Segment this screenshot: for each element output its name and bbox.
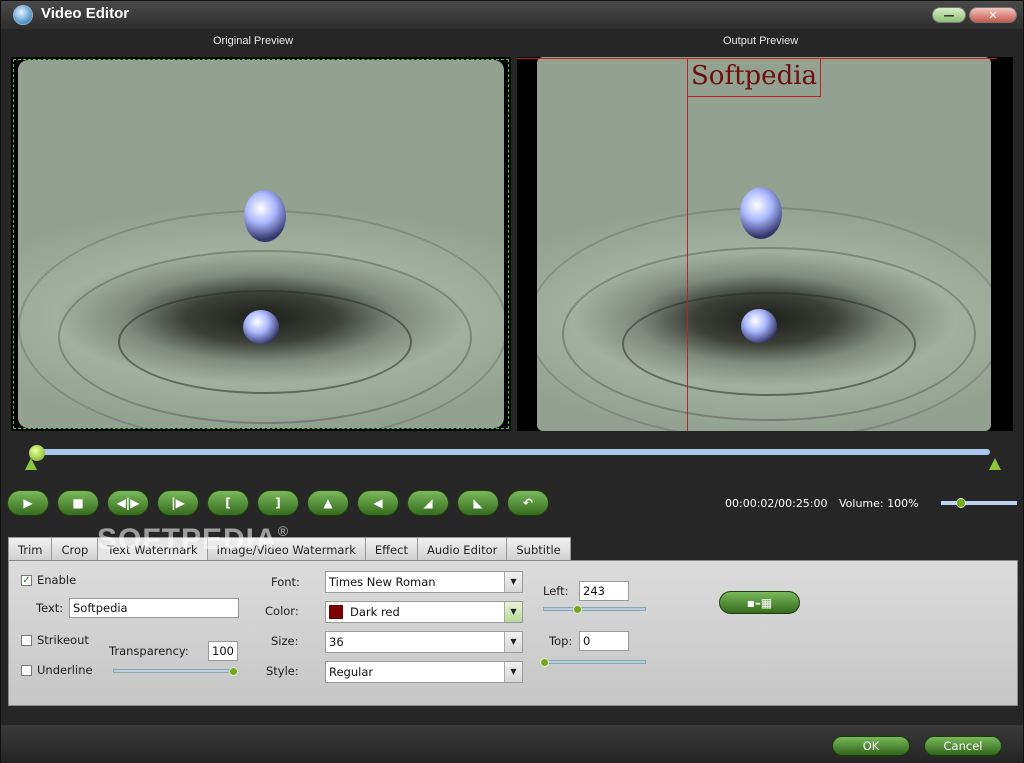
- transparency-slider-knob[interactable]: [229, 667, 238, 676]
- softpedia-overlay-watermark: SOFTPEDIA®: [97, 523, 290, 556]
- color-select[interactable]: Dark red ▼: [325, 601, 523, 623]
- underline-label: Underline: [37, 663, 93, 677]
- color-dropdown-arrow-icon[interactable]: ▼: [504, 602, 522, 622]
- color-swatch: [329, 605, 343, 619]
- rotate-left-icon: ◢: [423, 496, 433, 510]
- flip-horizontal-button[interactable]: ◀: [357, 490, 399, 516]
- play-icon: ▶: [23, 496, 33, 510]
- style-label: Style:: [266, 664, 299, 678]
- top-position-input[interactable]: 0: [579, 631, 629, 651]
- tab-trim[interactable]: Trim: [8, 537, 53, 561]
- left-position-slider-knob[interactable]: [573, 605, 582, 614]
- flip-vertical-button[interactable]: ▲: [307, 490, 349, 516]
- watermark-text-input[interactable]: Softpedia: [69, 598, 239, 618]
- size-dropdown-arrow-icon[interactable]: ▼: [504, 632, 522, 652]
- output-video-frame: [537, 57, 991, 431]
- next-frame-button[interactable]: |▶: [157, 490, 199, 516]
- left-label: Left:: [543, 584, 569, 598]
- transparency-label: Transparency:: [109, 644, 189, 658]
- top-position-slider-knob[interactable]: [540, 658, 549, 667]
- tab-effect[interactable]: Effect: [364, 537, 418, 561]
- title-bar[interactable]: [1, 1, 1023, 29]
- top-position-slider[interactable]: [543, 660, 646, 664]
- stop-button[interactable]: ■: [57, 490, 99, 516]
- strikeout-checkbox[interactable]: [21, 635, 32, 646]
- flip-horizontal-icon: ◀: [373, 496, 383, 510]
- font-select[interactable]: Times New Roman ▼: [325, 571, 523, 593]
- transparency-input[interactable]: 100: [208, 641, 238, 661]
- undo-button[interactable]: ↶: [507, 490, 549, 516]
- undo-icon: ↶: [522, 496, 534, 510]
- play-button[interactable]: ▶: [7, 490, 49, 516]
- size-value: 36: [329, 635, 344, 649]
- font-value: Times New Roman: [329, 575, 436, 589]
- volume-slider[interactable]: [941, 501, 1017, 505]
- close-button[interactable]: ✕: [969, 7, 1017, 23]
- style-dropdown-arrow-icon[interactable]: ▼: [504, 662, 522, 682]
- cancel-button[interactable]: Cancel: [924, 736, 1002, 756]
- mark-in-button[interactable]: [: [207, 490, 249, 516]
- minimize-button[interactable]: —: [932, 7, 966, 23]
- mark-out-button[interactable]: ]: [257, 490, 299, 516]
- tab-crop[interactable]: Crop: [51, 537, 99, 561]
- transparency-slider[interactable]: [113, 669, 237, 673]
- mark-in-icon: [: [225, 496, 231, 510]
- end-marker-icon[interactable]: [989, 458, 1001, 470]
- volume-label: Volume:: [839, 497, 884, 510]
- left-position-input[interactable]: 243: [579, 581, 629, 601]
- prev-frame-icon: ◀|▶: [116, 496, 140, 510]
- ok-button[interactable]: OK: [832, 736, 910, 756]
- window-title: Video Editor: [41, 5, 130, 22]
- flip-vertical-icon: ▲: [323, 496, 333, 510]
- size-select[interactable]: 36 ▼: [325, 631, 523, 653]
- next-frame-icon: |▶: [171, 496, 185, 510]
- minimize-icon: —: [943, 8, 955, 22]
- enable-checkbox[interactable]: ✓: [21, 575, 32, 586]
- text-label: Text:: [36, 601, 64, 615]
- tab-audio-editor[interactable]: Audio Editor: [416, 537, 508, 561]
- size-label: Size:: [271, 634, 299, 648]
- crop-selection-border[interactable]: [13, 59, 509, 429]
- app-logo-icon: [13, 5, 33, 25]
- video-editor-window: Video Editor — ✕ Original Preview Output…: [0, 0, 1024, 763]
- time-readout: 00:00:02/00:25:00: [725, 497, 828, 510]
- style-value: Regular: [329, 665, 374, 679]
- volume-readout: Volume: 100%: [839, 497, 919, 510]
- original-preview-label: Original Preview: [213, 35, 294, 47]
- color-label: Color:: [265, 604, 299, 618]
- font-dropdown-arrow-icon[interactable]: ▼: [504, 572, 522, 592]
- font-label: Font:: [271, 575, 300, 589]
- previous-frame-button[interactable]: ◀|▶: [107, 490, 149, 516]
- top-label: Top:: [549, 634, 573, 648]
- tab-subtitle[interactable]: Subtitle: [506, 537, 571, 561]
- watermark-guide-vertical: [687, 58, 688, 431]
- stop-icon: ■: [72, 496, 84, 510]
- style-select[interactable]: Regular ▼: [325, 661, 523, 683]
- output-preview-label: Output Preview: [723, 35, 799, 47]
- output-preview: [517, 57, 1013, 431]
- strikeout-label: Strikeout: [37, 633, 89, 647]
- rotate-right-button[interactable]: ◣: [457, 490, 499, 516]
- underline-checkbox[interactable]: [21, 665, 32, 676]
- start-marker-icon[interactable]: [25, 458, 37, 470]
- position-preset-button[interactable]: ▪–▦: [719, 591, 800, 614]
- volume-slider-knob[interactable]: [956, 498, 966, 508]
- rotate-left-button[interactable]: ◢: [407, 490, 449, 516]
- timeline-track[interactable]: [37, 449, 990, 455]
- left-position-slider[interactable]: [543, 607, 646, 611]
- volume-value: 100%: [887, 497, 919, 510]
- checkmark-icon: ✓: [22, 575, 31, 586]
- close-icon: ✕: [988, 8, 998, 22]
- mark-out-icon: ]: [275, 496, 281, 510]
- rotate-right-icon: ◣: [473, 496, 483, 510]
- enable-label: Enable: [37, 573, 77, 587]
- position-grid-icon: ▪–▦: [746, 595, 773, 610]
- watermark-preview-text: Softpedia: [691, 61, 818, 91]
- color-value: Dark red: [350, 605, 400, 619]
